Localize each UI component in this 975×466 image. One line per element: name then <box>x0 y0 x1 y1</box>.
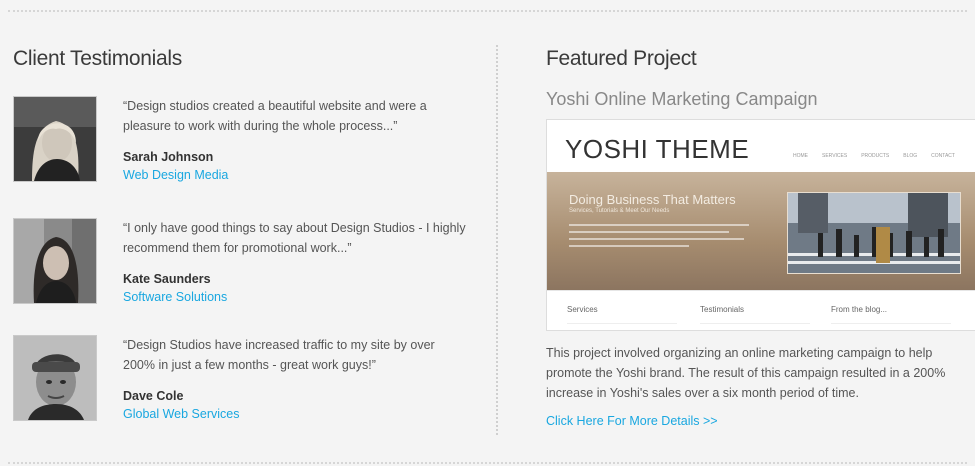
testimonial-quote: “Design studios created a beautiful webs… <box>123 99 427 133</box>
avatar-photo <box>13 96 97 182</box>
preview-nav-item: CONTACT <box>931 153 955 159</box>
testimonial-company-link[interactable]: Software Solutions <box>123 290 227 304</box>
preview-footer: Services Testimonials From the blog... <box>547 290 975 330</box>
testimonial-company-link[interactable]: Web Design Media <box>123 168 228 182</box>
preview-nav-item: BLOG <box>903 153 918 159</box>
avatar-photo <box>13 335 97 421</box>
top-dotted-divider <box>8 10 967 12</box>
preview-rule <box>567 323 677 324</box>
preview-nav: HOME SERVICES PRODUCTS BLOG CONTACT <box>793 153 955 159</box>
testimonial-item: “I only have good things to say about De… <box>13 218 483 308</box>
preview-footer-column: Testimonials <box>700 305 745 314</box>
testimonials-heading: Client Testimonials <box>13 47 182 70</box>
preview-banner: Doing Business That Matters Services, Tu… <box>547 172 975 290</box>
column-divider <box>496 45 498 435</box>
preview-street-photo <box>787 192 961 274</box>
testimonial-author: Kate Saunders <box>123 272 211 286</box>
preview-banner-text-lines <box>569 224 759 252</box>
testimonial-quote: “Design Studios have increased traffic t… <box>123 338 435 372</box>
testimonial-item: “Design Studios have increased traffic t… <box>13 335 483 425</box>
preview-footer-column: From the blog... <box>831 305 888 314</box>
featured-project-heading: Featured Project <box>546 47 697 70</box>
preview-nav-item: PRODUCTS <box>861 153 890 159</box>
preview-logo: YOSHI THEME <box>565 134 750 164</box>
preview-banner-subtitle: Services, Tutorials & Meet Our Needs <box>569 208 670 214</box>
testimonial-quote: “I only have good things to say about De… <box>123 221 466 255</box>
preview-banner-headline: Doing Business That Matters <box>569 192 736 207</box>
testimonial-item: “Design studios created a beautiful webs… <box>13 96 483 186</box>
testimonial-company-link[interactable]: Global Web Services <box>123 407 240 421</box>
testimonial-author: Sarah Johnson <box>123 150 214 164</box>
preview-footer-column: Services <box>567 305 598 314</box>
project-preview-image[interactable]: YOSHI THEME HOME SERVICES PRODUCTS BLOG … <box>546 119 975 331</box>
more-details-link[interactable]: Click Here For More Details >> <box>546 414 718 428</box>
testimonial-author: Dave Cole <box>123 389 184 403</box>
project-description: This project involved organizing an onli… <box>546 346 946 400</box>
preview-rule <box>700 323 810 324</box>
preview-header: YOSHI THEME HOME SERVICES PRODUCTS BLOG … <box>547 120 975 172</box>
preview-nav-item: HOME <box>793 153 808 159</box>
project-title: Yoshi Online Marketing Campaign <box>546 89 818 109</box>
bottom-dotted-divider <box>8 462 967 464</box>
preview-nav-item: SERVICES <box>822 153 848 159</box>
preview-rule <box>831 323 951 324</box>
avatar-photo <box>13 218 97 304</box>
